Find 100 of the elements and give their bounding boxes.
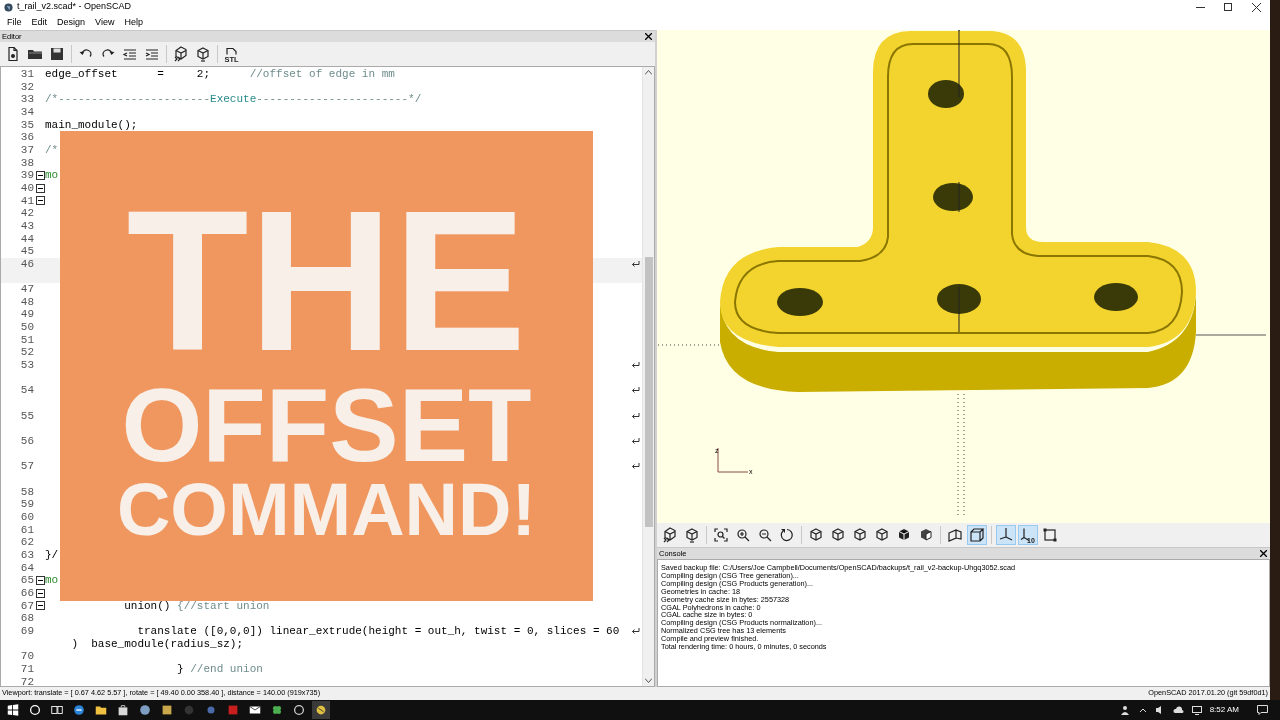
- fold-icon[interactable]: [35, 196, 45, 206]
- cube-view-icon: [830, 527, 846, 543]
- window-title: t_rail_v2.scad* - OpenSCAD: [17, 0, 132, 14]
- indent-icon: [144, 46, 160, 62]
- zoom-out-icon: [757, 527, 773, 543]
- toolbar-button[interactable]: [996, 525, 1016, 545]
- close-icon: [1251, 2, 1261, 12]
- line-number: 63: [19, 548, 34, 562]
- windows-icon: [6, 703, 20, 717]
- cube-icon: [684, 527, 700, 543]
- menu-item[interactable]: View: [90, 14, 120, 30]
- cube-view-icon: [808, 527, 824, 543]
- line-number: 68: [19, 612, 34, 625]
- line-number: 43: [19, 219, 34, 233]
- line-number: 71: [19, 662, 34, 676]
- axes-icon: [998, 527, 1014, 543]
- code-line: /*-----------------------Execute-----------------------*/: [45, 93, 422, 106]
- code-line: mo: [45, 169, 59, 182]
- line-number: 60: [19, 510, 34, 524]
- banner-text: OFFSET: [121, 376, 532, 476]
- cube-icon: [195, 46, 211, 62]
- line-number: 65: [19, 574, 34, 587]
- line-number: 58: [19, 485, 34, 499]
- line-number: 48: [19, 295, 34, 309]
- code-line: mo: [45, 574, 59, 587]
- code-line: }/: [45, 548, 59, 562]
- line-number: 55: [19, 409, 34, 423]
- taskbar-button[interactable]: [312, 701, 330, 719]
- line-number: 31: [19, 68, 34, 81]
- menu-item[interactable]: Help: [119, 14, 148, 30]
- line-number: 34: [19, 105, 34, 119]
- fold-icon[interactable]: [35, 576, 45, 586]
- notification-icon[interactable]: [1257, 705, 1268, 715]
- line-number: 41: [19, 194, 34, 208]
- save-icon: [49, 46, 65, 62]
- line-number: 50: [19, 321, 34, 334]
- cube-view-icon: [874, 527, 890, 543]
- browser-icon: [72, 703, 86, 717]
- line-number: 69: [19, 624, 34, 638]
- fold-icon[interactable]: [35, 183, 45, 193]
- fold-icon[interactable]: [35, 171, 45, 181]
- line-number: 35: [19, 118, 34, 132]
- search-icon: [28, 703, 42, 717]
- monitor-icon[interactable]: [1191, 705, 1202, 715]
- menu-item[interactable]: Design: [52, 14, 91, 30]
- mail-icon: [248, 703, 262, 717]
- scrollbar[interactable]: [642, 67, 654, 686]
- edges-icon: [1042, 527, 1058, 543]
- line-number: 49: [19, 308, 34, 322]
- zoom-in-icon: [735, 527, 751, 543]
- reset-icon: [779, 527, 795, 543]
- line-number: 54: [19, 384, 34, 398]
- toolbar-button[interactable]: [967, 525, 987, 545]
- fold-icon[interactable]: [35, 588, 45, 598]
- menu-item[interactable]: Edit: [26, 14, 53, 30]
- close-button[interactable]: [1258, 548, 1268, 559]
- line-number: 42: [19, 207, 34, 220]
- line-number: 64: [19, 561, 34, 575]
- clock[interactable]: 8:52 AM: [1209, 704, 1239, 716]
- code-line: } //end union: [176, 662, 263, 676]
- menu-item[interactable]: File: [2, 14, 27, 30]
- cloud-icon[interactable]: [1172, 706, 1184, 714]
- app-icon: [292, 703, 306, 717]
- line-number: 46: [19, 257, 34, 271]
- code-line: translate ([0,0,0]) linear_extrude(height = out_h, twist = 0, slices = 60: [136, 624, 620, 638]
- toolbar-button[interactable]: [711, 525, 731, 545]
- chevron-up-icon[interactable]: [1138, 707, 1147, 713]
- line-number: 67: [19, 599, 34, 613]
- close-button[interactable]: [643, 31, 653, 42]
- new-file-icon: [5, 46, 21, 62]
- cube-view-icon: [896, 527, 912, 543]
- app-icon: [226, 703, 240, 717]
- cube-view-icon: [918, 527, 934, 543]
- code-line: ) base_module(radius_sz);: [70, 637, 244, 651]
- scroll-up-icon[interactable]: [645, 70, 652, 75]
- close-icon: [1259, 550, 1267, 557]
- bag-icon: [116, 703, 130, 717]
- perspective-icon: [947, 527, 963, 543]
- axis-indicator-drawing: [717, 447, 749, 473]
- minimize-icon: [1195, 6, 1205, 8]
- line-number: 52: [19, 346, 34, 360]
- line-number: 53: [19, 359, 34, 372]
- line-number: 32: [19, 80, 34, 94]
- code-line: union() {//start union: [123, 599, 270, 613]
- line-number: 61: [19, 523, 34, 537]
- scrollbar-thumb[interactable]: [644, 257, 653, 527]
- app-icon: [4, 2, 13, 12]
- scroll-down-icon[interactable]: [645, 678, 652, 683]
- code-line: main_module();: [45, 118, 138, 132]
- line-number: 70: [19, 650, 34, 663]
- fold-icon[interactable]: [35, 601, 45, 611]
- code-line: edge_offset = 2; //offset of edge in mm: [45, 68, 395, 81]
- zoom-fit-icon: [713, 527, 729, 543]
- people-icon[interactable]: [1120, 705, 1131, 715]
- line-number: 40: [19, 181, 34, 195]
- banner-text: COMMAND!: [116, 475, 537, 546]
- task-view-icon: [50, 703, 64, 717]
- cube-arrows-icon: [662, 527, 678, 543]
- app-icon: [160, 703, 174, 717]
- app-icon: [314, 703, 328, 717]
